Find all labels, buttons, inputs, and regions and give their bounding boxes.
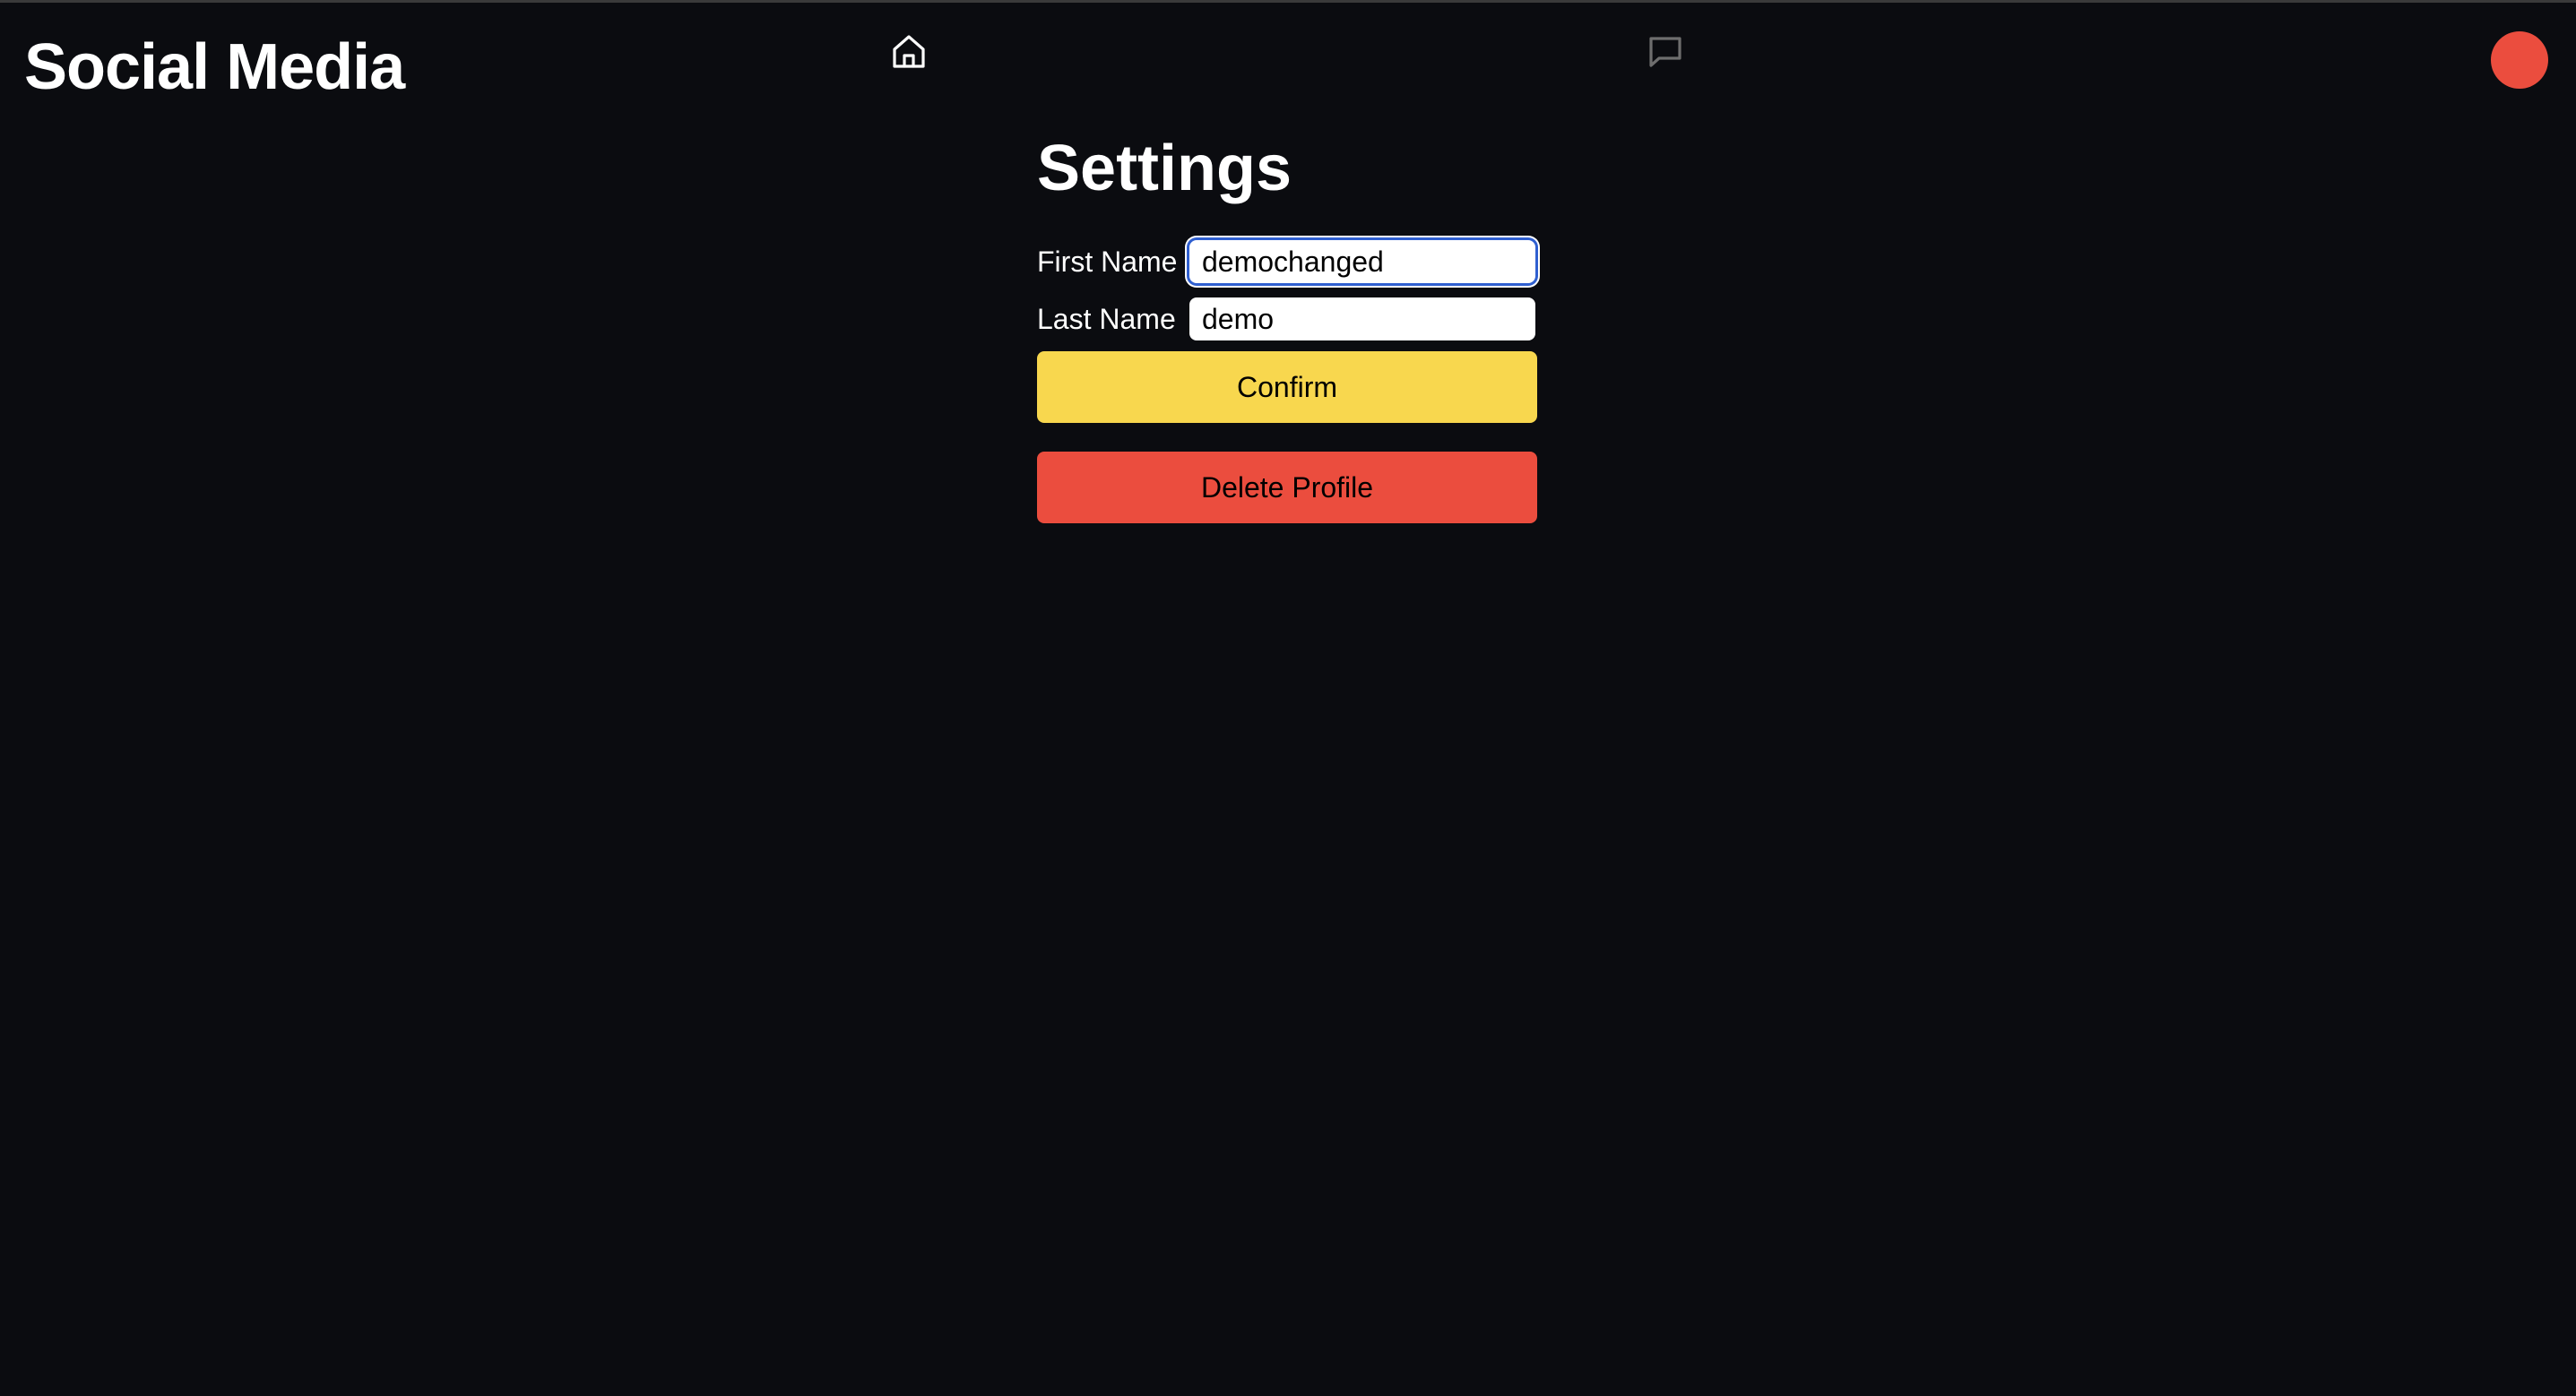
first-name-label: First Name xyxy=(1037,245,1178,278)
confirm-button[interactable]: Confirm xyxy=(1037,351,1537,423)
page-title: Settings xyxy=(1037,133,1292,204)
brand-title: Social Media xyxy=(24,31,405,103)
delete-profile-button[interactable]: Delete Profile xyxy=(1037,452,1537,523)
first-name-field[interactable] xyxy=(1189,240,1535,283)
home-icon[interactable] xyxy=(887,30,930,73)
last-name-field[interactable] xyxy=(1189,297,1535,340)
window-top-border xyxy=(0,0,2576,3)
settings-panel: Settings First Name Last Name Confirm De… xyxy=(1037,125,1539,523)
message-square-icon[interactable] xyxy=(1644,30,1687,73)
last-name-row: Last Name xyxy=(1037,294,1539,344)
first-name-row: First Name xyxy=(1037,237,1539,287)
last-name-label: Last Name xyxy=(1037,302,1176,335)
avatar[interactable] xyxy=(2491,31,2548,89)
